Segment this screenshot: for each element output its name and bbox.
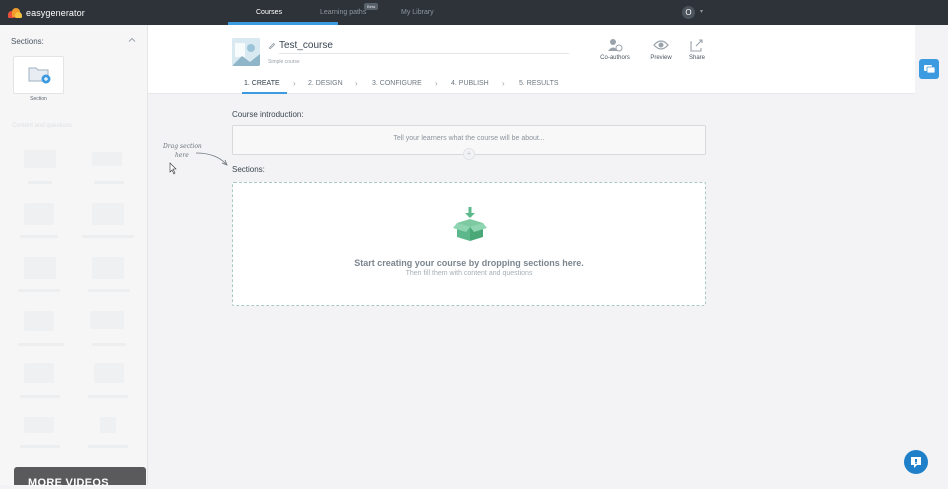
share-button[interactable]: Share bbox=[677, 38, 717, 61]
folder-add-icon bbox=[28, 67, 51, 84]
course-thumbnail[interactable] bbox=[232, 38, 260, 66]
section-card-label: Section bbox=[30, 96, 47, 102]
content-tile-placeholder bbox=[92, 152, 122, 166]
content-tile-label-placeholder bbox=[20, 445, 60, 448]
course-title[interactable]: Test_course bbox=[279, 40, 333, 51]
chevron-right-icon: › bbox=[293, 79, 296, 88]
content-and-questions-title: Content and questions bbox=[12, 123, 73, 129]
content-tile-label-placeholder bbox=[92, 343, 126, 346]
chevron-right-icon: › bbox=[502, 79, 505, 88]
content-tile-placeholder bbox=[24, 417, 54, 433]
chevron-down-icon[interactable]: ▾ bbox=[700, 8, 703, 15]
content-tile-placeholder bbox=[24, 311, 54, 331]
co-authors-label: Co-authors bbox=[600, 55, 630, 61]
more-videos-label: MORE VIDEOS bbox=[28, 477, 109, 489]
nav-courses-label: Courses bbox=[256, 9, 283, 16]
content-tile-placeholder bbox=[24, 257, 56, 279]
nav-my-library-label: My Library bbox=[401, 9, 434, 16]
content-tile-label-placeholder bbox=[88, 289, 130, 292]
co-authors-icon bbox=[608, 39, 623, 52]
section-draggable-card[interactable] bbox=[13, 56, 64, 94]
content-tile-label-placeholder bbox=[88, 395, 128, 398]
logo-icon bbox=[8, 7, 22, 19]
pencil-icon[interactable] bbox=[268, 42, 276, 50]
add-content-icon[interactable]: + bbox=[463, 148, 475, 160]
nav-learning-paths[interactable]: Learning paths bbox=[320, 0, 366, 25]
chat-bubble-icon bbox=[911, 457, 921, 468]
nav-learning-paths-label: Learning paths bbox=[320, 9, 367, 16]
chat-support-button[interactable] bbox=[904, 450, 928, 474]
user-avatar[interactable]: O bbox=[682, 6, 695, 19]
intro-placeholder: Tell your learners what the course will … bbox=[393, 135, 545, 142]
sections-sidebar: Sections: Section Content and questions bbox=[0, 25, 148, 485]
content-tile-label-placeholder bbox=[28, 181, 52, 184]
eye-icon bbox=[653, 40, 669, 50]
chevron-right-icon: › bbox=[435, 79, 438, 88]
feedback-button[interactable] bbox=[919, 59, 939, 79]
co-authors-button[interactable]: Co-authors bbox=[595, 38, 635, 61]
logo-text: easygenerator bbox=[26, 8, 85, 18]
content-tile-label-placeholder bbox=[18, 289, 60, 292]
chevron-right-icon: › bbox=[355, 79, 358, 88]
course-template-label: Simple course bbox=[268, 59, 300, 65]
content-tile-placeholder bbox=[24, 150, 56, 168]
chat-icon bbox=[924, 65, 936, 74]
nav-my-library[interactable]: My Library bbox=[401, 0, 434, 25]
content-tile-label-placeholder bbox=[20, 235, 58, 238]
more-videos-button[interactable]: MORE VIDEOS bbox=[14, 467, 146, 489]
content-tile-label-placeholder bbox=[94, 181, 124, 184]
content-tile-label-placeholder bbox=[18, 343, 64, 346]
content-tile-placeholder bbox=[24, 203, 54, 225]
course-introduction-label: Course introduction: bbox=[232, 110, 304, 119]
nav-courses[interactable]: Courses bbox=[228, 0, 338, 25]
step-publish[interactable]: 4. PUBLISH bbox=[451, 80, 489, 87]
content-tile-placeholder bbox=[100, 417, 116, 433]
content-tile-placeholder bbox=[92, 203, 124, 225]
share-label: Share bbox=[688, 55, 705, 61]
sidebar-title: Sections: bbox=[11, 37, 44, 46]
content-tile-placeholder bbox=[90, 311, 124, 329]
top-navbar: easygenerator Courses Learning paths Bet… bbox=[0, 0, 948, 25]
content-tile-placeholder bbox=[92, 257, 124, 279]
preview-label: Preview bbox=[650, 55, 672, 61]
beta-badge: Beta bbox=[364, 3, 379, 10]
course-header: Test_course Simple course Co-authors Pre… bbox=[148, 25, 915, 94]
content-tile-placeholder bbox=[94, 363, 124, 383]
course-image-icon bbox=[232, 38, 260, 66]
box-drop-icon bbox=[453, 207, 487, 241]
drop-zone-subtitle: Then fill them with content and question… bbox=[405, 270, 533, 277]
content-tile-label-placeholder bbox=[82, 235, 134, 238]
active-step-indicator bbox=[242, 92, 287, 94]
sections-drop-zone[interactable]: Start creating your course by dropping s… bbox=[232, 182, 706, 306]
easygenerator-logo[interactable]: easygenerator bbox=[8, 6, 85, 20]
title-underline bbox=[279, 53, 569, 54]
step-configure[interactable]: 3. CONFIGURE bbox=[372, 80, 422, 87]
share-icon bbox=[690, 39, 703, 52]
step-create[interactable]: 1. CREATE bbox=[244, 80, 280, 87]
step-results[interactable]: 5. RESULTS bbox=[519, 80, 559, 87]
content-tile-label-placeholder bbox=[88, 445, 128, 448]
chevron-up-icon[interactable] bbox=[128, 36, 136, 44]
step-design[interactable]: 2. DESIGN bbox=[308, 80, 343, 87]
content-tile-placeholder bbox=[24, 363, 54, 383]
content-tile-label-placeholder bbox=[20, 395, 60, 398]
curved-arrow-icon bbox=[169, 152, 228, 175]
drop-zone-title: Start creating your course by dropping s… bbox=[354, 258, 584, 268]
preview-button[interactable]: Preview bbox=[641, 38, 681, 61]
